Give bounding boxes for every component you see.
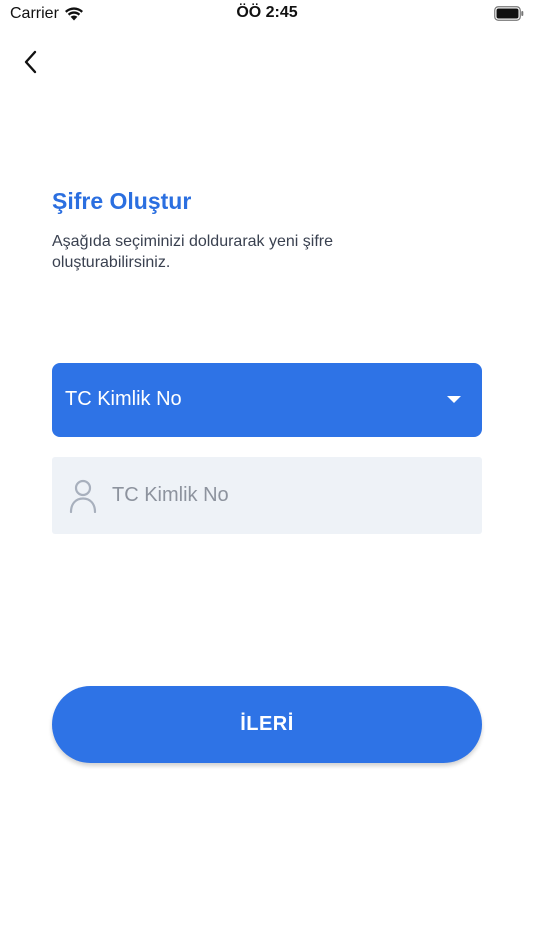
id-type-select[interactable]: TC Kimlik No [52, 363, 482, 437]
caret-down-icon [447, 396, 461, 403]
status-time: ÖÖ 2:45 [236, 4, 298, 21]
page-subtitle: Aşağıda seçiminizi doldurarak yeni şifre… [52, 233, 334, 271]
status-bar: Carrier ÖÖ 2:45 [0, 0, 534, 28]
id-field [52, 457, 482, 534]
user-icon [69, 479, 97, 513]
tc-kimlik-input[interactable] [112, 477, 462, 513]
screen: Carrier ÖÖ 2:45 Şifre Oluştur Aşağıda se… [0, 0, 534, 950]
back-button[interactable] [16, 46, 46, 78]
page-title: Şifre Oluştur [52, 188, 192, 214]
battery-icon [494, 6, 524, 21]
chevron-left-icon [24, 50, 37, 74]
next-button[interactable]: İLERİ [52, 686, 482, 763]
id-type-selected-value: TC Kimlik No [65, 388, 182, 410]
